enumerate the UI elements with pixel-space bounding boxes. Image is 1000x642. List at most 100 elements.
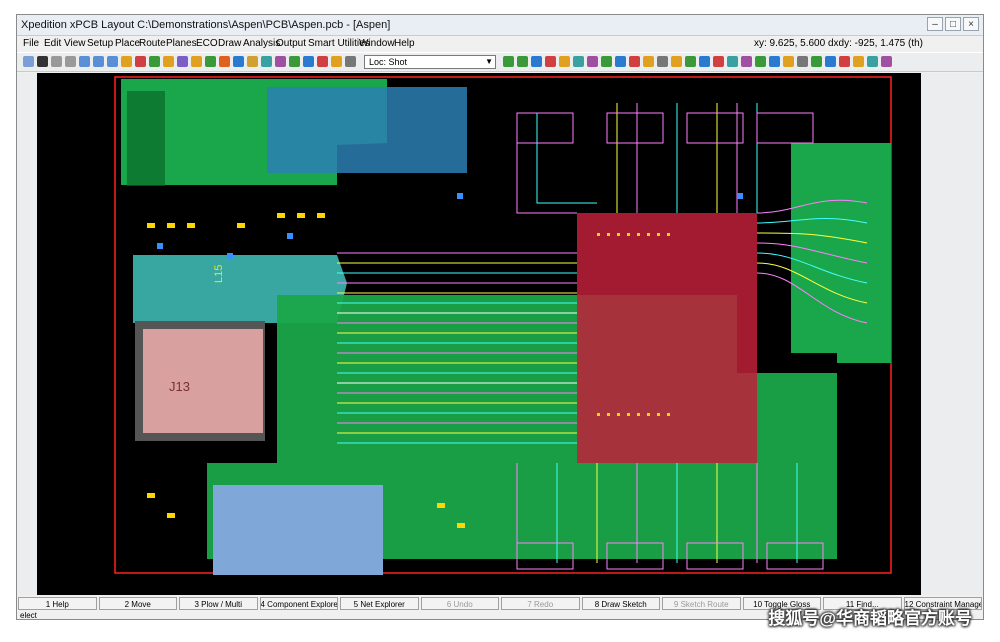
pcb-canvas[interactable]: J13 L15 [37, 73, 921, 595]
menu-planes[interactable]: Planes [166, 38, 197, 49]
zoom-fit-icon[interactable] [107, 56, 118, 67]
layer-icon[interactable] [247, 56, 258, 67]
diff-pair-icon[interactable] [587, 56, 598, 67]
display-scheme-select[interactable]: Loc: Shot ▼ [364, 55, 496, 69]
layer-up-icon[interactable] [503, 56, 514, 67]
fkey-plow[interactable]: 3 Plow / Multi [179, 597, 258, 610]
split-icon[interactable] [741, 56, 752, 67]
connector-footprint [517, 113, 573, 143]
chevron-down-icon: ▼ [485, 56, 493, 68]
properties-icon[interactable] [345, 56, 356, 67]
menu-view[interactable]: View [64, 38, 86, 49]
fkey-draw-sketch[interactable]: 8 Draw Sketch [582, 597, 661, 610]
maximize-button[interactable]: □ [945, 17, 961, 31]
title-bar: Xpedition xPCB Layout C:\Demonstrations\… [17, 15, 983, 36]
cut-icon[interactable] [713, 56, 724, 67]
grid-icon[interactable] [303, 56, 314, 67]
menu-setup[interactable]: Setup [87, 38, 113, 49]
hug-trace-icon[interactable] [559, 56, 570, 67]
route-icon[interactable] [135, 56, 146, 67]
drc-icon[interactable] [177, 56, 188, 67]
fkey-undo[interactable]: 6 Undo [421, 597, 500, 610]
menu-place[interactable]: Place [115, 38, 140, 49]
coordinate-readout: xy: 9.625, 5.600 dxdy: -925, 1.475 (th) [754, 38, 923, 49]
fkey-net-explorer[interactable]: 5 Net Explorer [340, 597, 419, 610]
menu-output[interactable]: Output [276, 38, 306, 49]
3d-view-icon[interactable] [825, 56, 836, 67]
text-icon[interactable] [783, 56, 794, 67]
flood-icon[interactable] [769, 56, 780, 67]
window-controls: – □ × [927, 17, 979, 31]
redo-icon[interactable] [65, 56, 76, 67]
toolbar: Loc: Shot ▼ [17, 52, 983, 72]
fanout-icon[interactable] [191, 56, 202, 67]
via-icon[interactable] [163, 56, 174, 67]
menu-help[interactable]: Help [394, 38, 415, 49]
application-window: Xpedition xPCB Layout C:\Demonstrations\… [16, 14, 984, 620]
push-icon[interactable] [573, 56, 584, 67]
settings-icon[interactable] [881, 56, 892, 67]
menu-draw[interactable]: Draw [218, 38, 241, 49]
measure-icon[interactable] [331, 56, 342, 67]
dense-region [577, 213, 757, 463]
highlight-icon[interactable] [317, 56, 328, 67]
sketch-icon[interactable] [219, 56, 230, 67]
wand-icon[interactable] [671, 56, 682, 67]
fkey-component-explorer[interactable]: 4 Component Explorer [260, 597, 339, 610]
display-icon[interactable] [261, 56, 272, 67]
copper-icon[interactable] [685, 56, 696, 67]
merge-icon[interactable] [727, 56, 738, 67]
fkey-move[interactable]: 2 Move [99, 597, 178, 610]
zoom-in-icon[interactable] [79, 56, 90, 67]
net-icon[interactable] [275, 56, 286, 67]
fkey-redo[interactable]: 7 Redo [501, 597, 580, 610]
left-toolstrip [17, 73, 37, 595]
plane-right [791, 143, 891, 363]
j13-body [143, 329, 263, 433]
add-via-icon[interactable] [531, 56, 542, 67]
fkey-help[interactable]: 1 Help [18, 597, 97, 610]
connector-region [127, 91, 165, 186]
pencil-icon[interactable] [643, 56, 654, 67]
bus-icon[interactable] [615, 56, 626, 67]
plane-icon[interactable] [149, 56, 160, 67]
plane-top-blue [267, 87, 467, 173]
connector-footprint [757, 113, 813, 143]
report-icon[interactable] [811, 56, 822, 67]
right-panel-strip [921, 73, 983, 595]
team-icon[interactable] [867, 56, 878, 67]
watermark: 搜狐号@华商韬略官方账号 [768, 604, 972, 629]
menu-edit[interactable]: Edit [44, 38, 61, 49]
arrow-icon[interactable] [657, 56, 668, 67]
dimension-icon[interactable] [797, 56, 808, 67]
stop-icon[interactable] [629, 56, 640, 67]
delete-trace-icon[interactable] [545, 56, 556, 67]
place-icon[interactable] [121, 56, 132, 67]
plane-blue-lower [213, 485, 383, 575]
window-title: Xpedition xPCB Layout C:\Demonstrations\… [21, 19, 390, 31]
menu-analysis[interactable]: Analysis [243, 38, 280, 49]
gloss-icon[interactable] [233, 56, 244, 67]
pcb-layout-drawing: J13 L15 [37, 73, 921, 595]
menu-window[interactable]: Window [359, 38, 395, 49]
error-icon[interactable] [839, 56, 850, 67]
auto-route-icon[interactable] [601, 56, 612, 67]
select-icon[interactable] [37, 56, 48, 67]
fkey-sketch-route[interactable]: 9 Sketch Route [662, 597, 741, 610]
open-icon[interactable] [23, 56, 34, 67]
minimize-button[interactable]: – [927, 17, 943, 31]
check-icon[interactable] [289, 56, 300, 67]
shape-icon[interactable] [699, 56, 710, 67]
lock-icon[interactable] [853, 56, 864, 67]
layer-down-icon[interactable] [517, 56, 528, 67]
menu-file[interactable]: File [23, 38, 39, 49]
menu-route[interactable]: Route [139, 38, 166, 49]
display-scheme-value: Loc: Shot [369, 57, 407, 67]
refdes-j13: J13 [169, 379, 190, 394]
pour-icon[interactable] [755, 56, 766, 67]
menu-eco[interactable]: ECO [196, 38, 218, 49]
undo-icon[interactable] [51, 56, 62, 67]
zoom-out-icon[interactable] [93, 56, 104, 67]
tune-icon[interactable] [205, 56, 216, 67]
close-button[interactable]: × [963, 17, 979, 31]
